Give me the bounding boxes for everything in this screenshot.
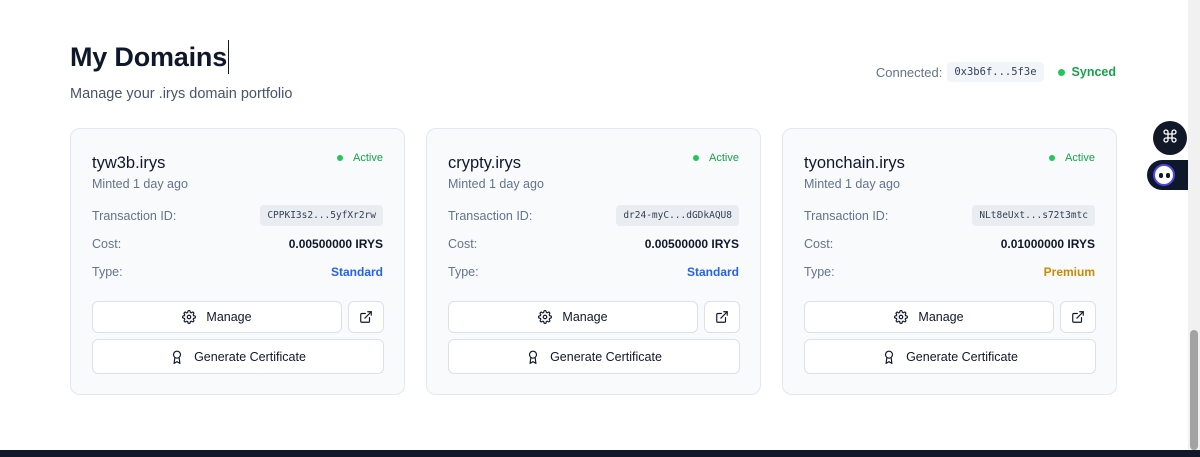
cost-row: Cost: 0.00500000 IRYS — [92, 237, 383, 251]
type-value: Premium — [1043, 265, 1095, 279]
sync-status: Synced — [1071, 65, 1116, 79]
transaction-label: Transaction ID: — [448, 208, 533, 223]
domain-card: tyonchain.irys Minted 1 day ago Active T… — [782, 128, 1117, 395]
award-icon — [882, 350, 896, 364]
award-icon — [526, 350, 540, 364]
manage-label: Manage — [562, 310, 608, 324]
scrollbar-thumb[interactable] — [1190, 330, 1198, 450]
page-title: My Domains — [70, 40, 230, 74]
type-value: Standard — [330, 265, 383, 279]
ghost-eye-right — [1165, 172, 1170, 178]
manage-button[interactable]: Manage — [448, 301, 698, 333]
transaction-row: Transaction ID: NLt8eUxt...s72t3mtc — [804, 205, 1095, 226]
domain-name: tyw3b.irys — [92, 154, 166, 172]
page-subtitle: Manage your .irys domain portfolio — [70, 86, 293, 102]
sync-status-dot — [1057, 68, 1065, 76]
gear-icon — [182, 310, 197, 324]
cost-label: Cost: — [92, 237, 122, 251]
type-value: Standard — [686, 265, 739, 279]
transaction-id[interactable]: dr24-myC...dGDkAQU8 — [616, 205, 739, 226]
transaction-row: Transaction ID: dr24-myC...dGDkAQU8 — [448, 205, 739, 226]
status-label: Active — [1065, 152, 1095, 164]
domain-name: crypty.irys — [448, 154, 522, 172]
type-label: Type: — [92, 265, 123, 279]
wallet-address[interactable]: 0x3b6f...5f3e — [947, 62, 1044, 82]
award-icon — [170, 350, 184, 364]
cost-label: Cost: — [804, 237, 834, 251]
status-dot — [693, 155, 700, 161]
wallet-status: Connected: 0x3b6f...5f3e Synced — [876, 62, 1116, 82]
cost-row: Cost: 0.00500000 IRYS — [448, 237, 739, 251]
gear-icon — [538, 310, 553, 324]
assistant-launcher-button[interactable] — [1147, 160, 1192, 190]
domain-name: tyonchain.irys — [804, 154, 905, 172]
domain-card: crypty.irys Minted 1 day ago Active Tran… — [426, 128, 761, 395]
page-title-text: My Domains — [70, 41, 228, 72]
open-external-button[interactable] — [348, 301, 384, 333]
connected-label: Connected: — [875, 64, 943, 80]
status-badge: Active — [693, 152, 739, 164]
domain-minted: Minted 1 day ago — [92, 177, 188, 191]
cost-value: 0.01000000 IRYS — [1000, 237, 1095, 251]
open-external-button[interactable] — [704, 301, 740, 333]
external-link-icon — [359, 310, 373, 324]
ghost-eye-left — [1158, 172, 1163, 178]
transaction-label: Transaction ID: — [92, 208, 177, 223]
domain-card-list: tyw3b.irys Minted 1 day ago Active Trans… — [70, 128, 1117, 395]
type-row: Type: Standard — [92, 265, 383, 279]
transaction-id[interactable]: NLt8eUxt...s72t3mtc — [972, 205, 1095, 226]
generate-certificate-button[interactable]: Generate Certificate — [92, 339, 384, 374]
manage-button[interactable]: Manage — [92, 301, 342, 333]
cost-row: Cost: 0.01000000 IRYS — [804, 237, 1095, 251]
status-label: Active — [709, 152, 739, 164]
cost-value: 0.00500000 IRYS — [644, 237, 739, 251]
ghost-icon — [1153, 164, 1175, 186]
status-dot — [337, 155, 344, 161]
type-row: Type: Standard — [448, 265, 739, 279]
external-link-icon — [715, 310, 729, 324]
manage-label: Manage — [918, 310, 964, 324]
transaction-label: Transaction ID: — [804, 208, 889, 223]
transaction-row: Transaction ID: CPPKI3s2...5yfXr2rw — [92, 205, 383, 226]
page-header: My Domains Manage your .irys domain port… — [70, 40, 292, 102]
open-external-button[interactable] — [1060, 301, 1096, 333]
transaction-id[interactable]: CPPKI3s2...5yfXr2rw — [260, 205, 383, 226]
domain-minted: Minted 1 day ago — [804, 177, 900, 191]
manage-button[interactable]: Manage — [804, 301, 1054, 333]
external-link-icon — [1071, 310, 1085, 324]
cost-value: 0.00500000 IRYS — [288, 237, 383, 251]
generate-certificate-label: Generate Certificate — [550, 349, 662, 364]
generate-certificate-button[interactable]: Generate Certificate — [448, 339, 740, 374]
command-icon — [1162, 128, 1178, 149]
generate-certificate-label: Generate Certificate — [906, 349, 1018, 364]
page: My Domains Manage your .irys domain port… — [0, 0, 1188, 450]
type-row: Type: Premium — [804, 265, 1095, 279]
domain-card: tyw3b.irys Minted 1 day ago Active Trans… — [70, 128, 405, 395]
generate-certificate-button[interactable]: Generate Certificate — [804, 339, 1096, 374]
vertical-scrollbar[interactable] — [1188, 0, 1200, 450]
text-cursor — [228, 40, 230, 74]
gear-icon — [894, 310, 909, 324]
status-badge: Active — [1049, 152, 1095, 164]
type-label: Type: — [804, 265, 835, 279]
command-menu-button[interactable] — [1153, 121, 1187, 155]
status-label: Active — [353, 152, 383, 164]
cost-label: Cost: — [448, 237, 478, 251]
manage-label: Manage — [206, 310, 252, 324]
status-badge: Active — [337, 152, 383, 164]
type-label: Type: — [448, 265, 479, 279]
status-dot — [1049, 155, 1056, 161]
domain-minted: Minted 1 day ago — [448, 177, 544, 191]
generate-certificate-label: Generate Certificate — [194, 349, 306, 364]
footer-bar — [0, 450, 1200, 457]
